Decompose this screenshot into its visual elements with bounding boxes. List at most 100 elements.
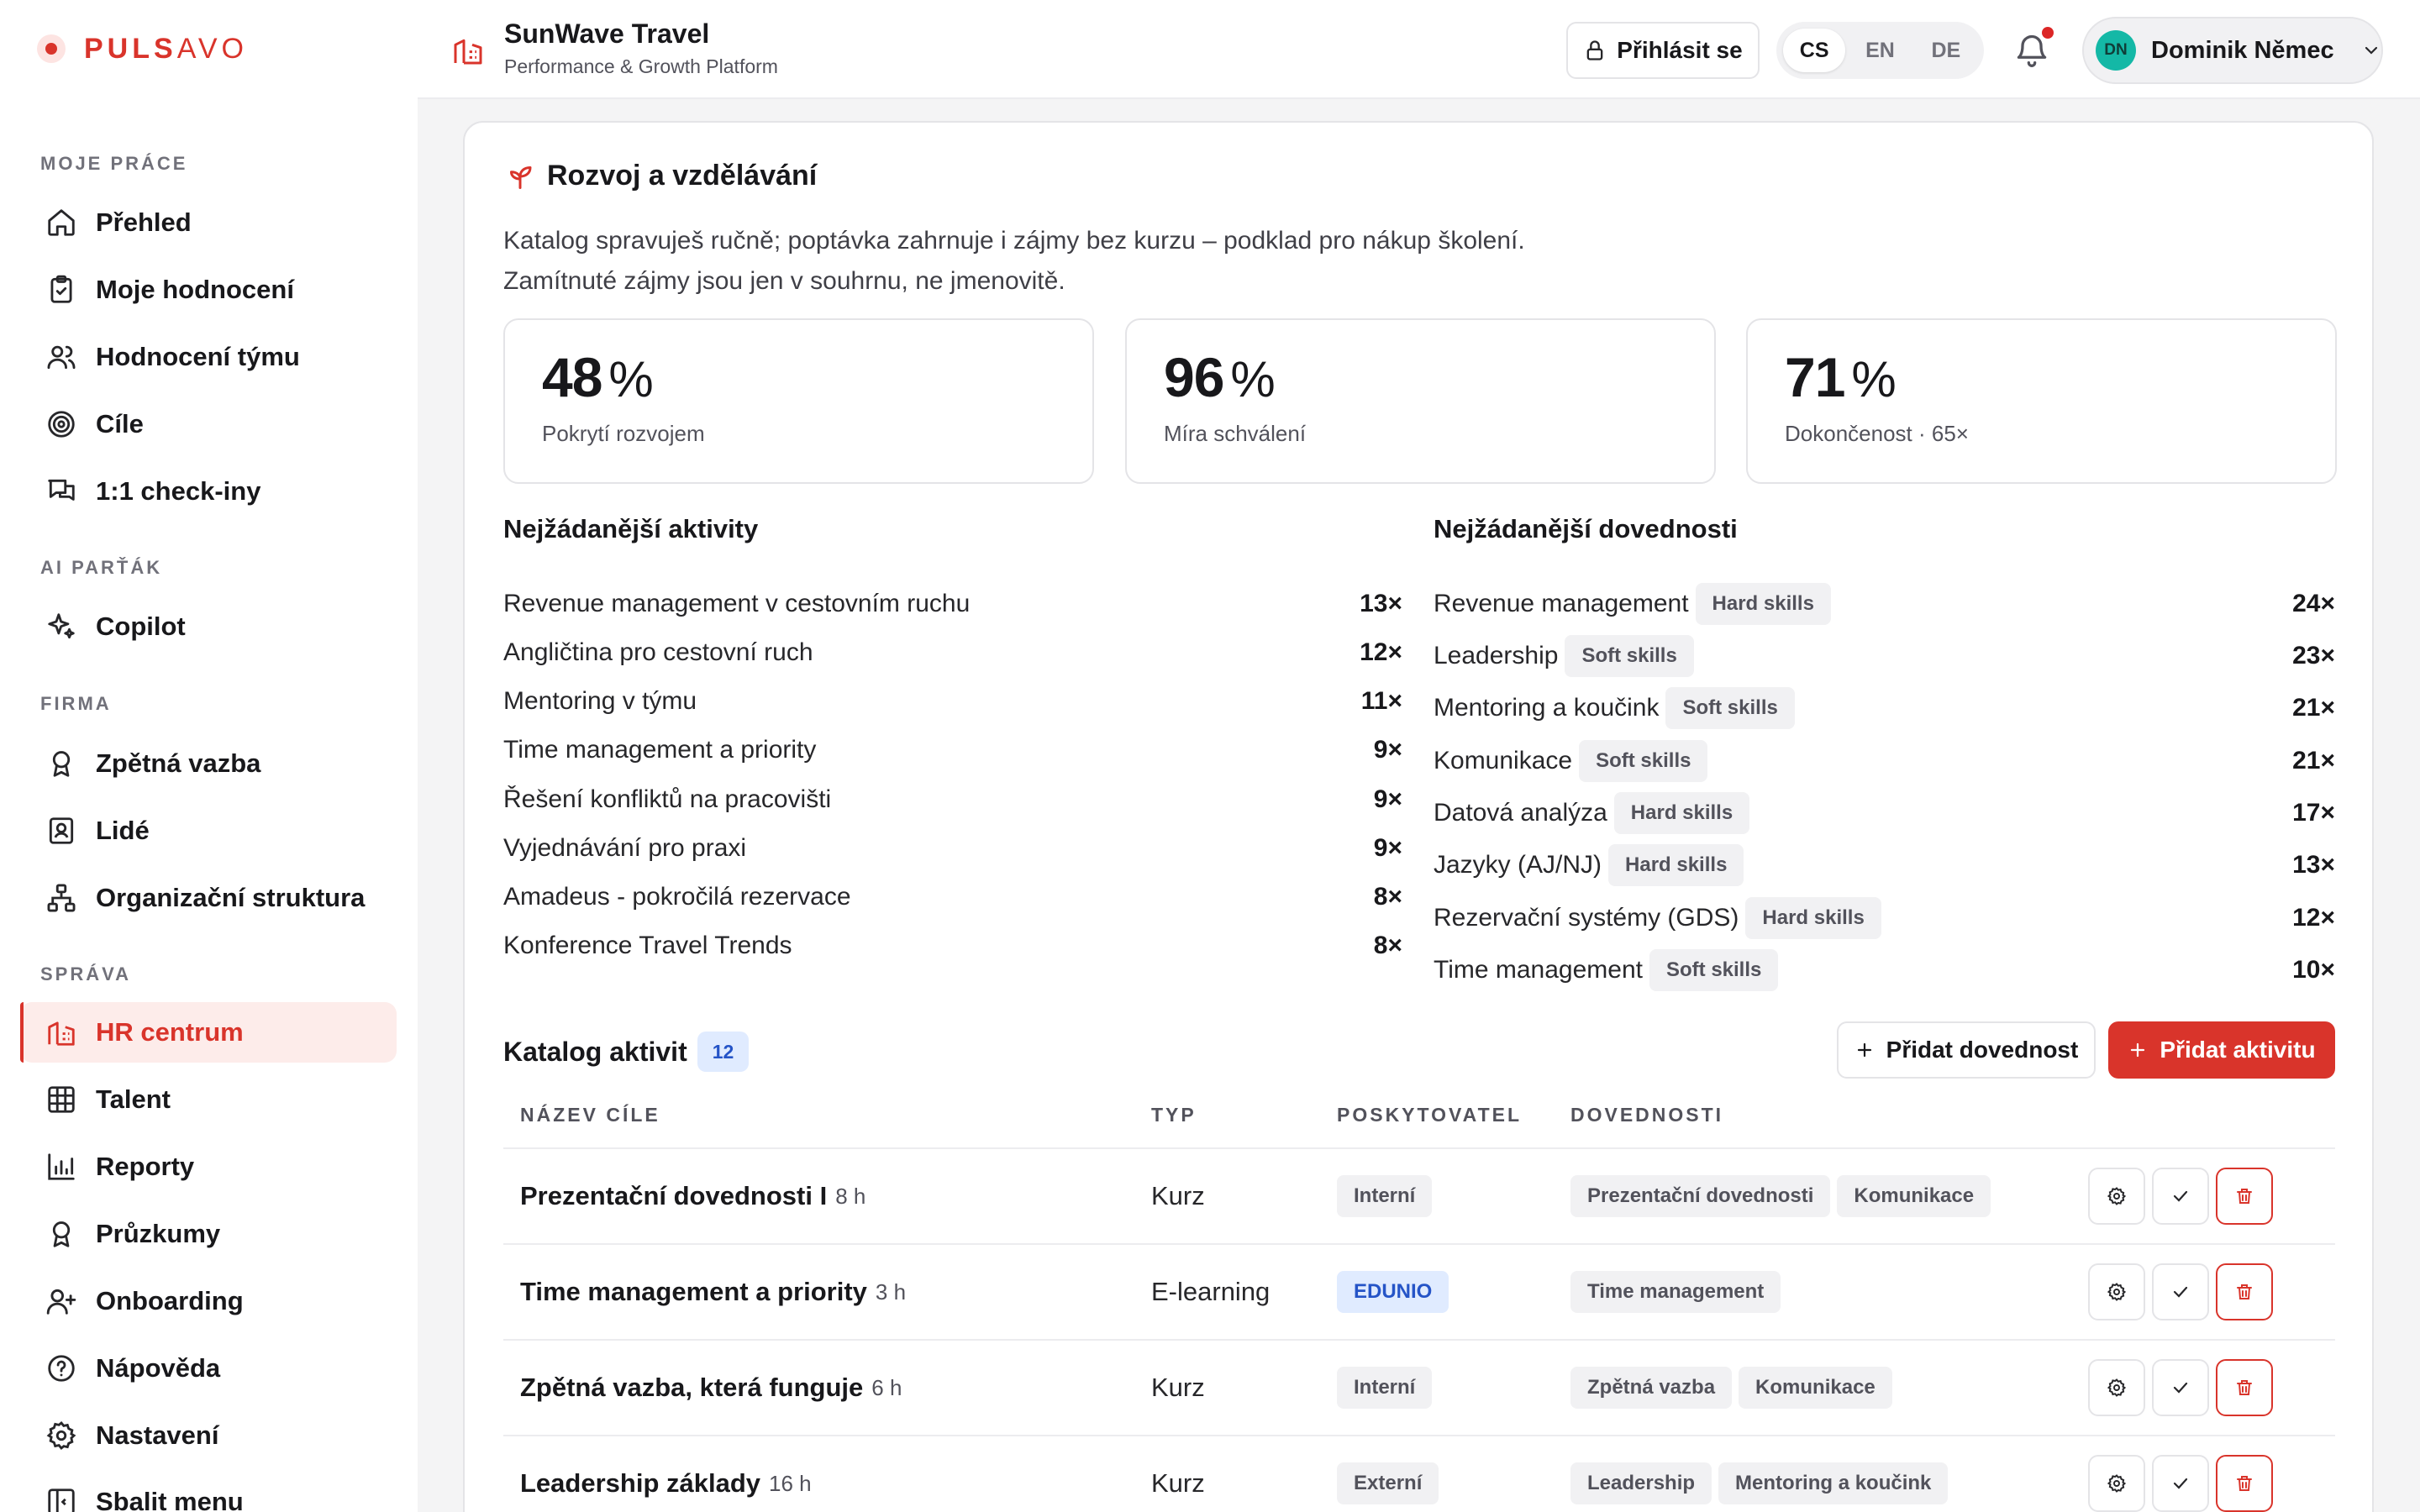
section-label-work: MOJE PRÁCE	[40, 153, 188, 174]
sidebar-item-overview[interactable]: Přehled	[20, 192, 397, 253]
add-skill-button[interactable]: Přidat dovednost	[1837, 1021, 2096, 1079]
sidebar-item-label: HR centrum	[96, 1017, 244, 1047]
add-activity-button[interactable]: Přidat aktivitu	[2108, 1021, 2335, 1079]
sidebar-item-help[interactable]: Nápověda	[20, 1338, 397, 1399]
sidebar-collapse-button[interactable]: Sbalit menu	[20, 1472, 397, 1512]
plus-icon	[2131, 1042, 2145, 1058]
list-item: Revenue management v cestovním ruchu 13×	[503, 590, 1402, 617]
sidebar-item-people[interactable]: Lidé	[20, 801, 397, 861]
column-header-provider[interactable]: POSKYTOVATEL	[1337, 1104, 1522, 1126]
skill-category-badge: Soft skills	[1579, 740, 1708, 782]
sidebar-item-hr-center[interactable]: HR centrum	[20, 1002, 397, 1063]
gear-icon	[2107, 1378, 2127, 1397]
sidebar-item-label: Lidé	[96, 816, 150, 845]
bar-chart-icon	[48, 1153, 75, 1180]
plus-icon	[1857, 1042, 1871, 1058]
lang-option-de[interactable]: DE	[1915, 29, 1977, 72]
table-row[interactable]: Zpětná vazba, která funguje 6 h Kurz Inte…	[503, 1341, 2335, 1436]
list-item: Řešení konfliktů na pracovišti 9×	[503, 785, 1402, 813]
skill-category-badge: Hard skills	[1608, 844, 1744, 886]
skill-category-badge: Soft skills	[1649, 949, 1779, 991]
approve-button[interactable]	[2152, 1168, 2209, 1225]
grid-icon	[48, 1086, 75, 1113]
column-header-type[interactable]: TYP	[1151, 1104, 1197, 1126]
sidebar-item-feedback[interactable]: Zpětná vazba	[20, 733, 397, 794]
section-label-ai: AI PARŤÁK	[40, 557, 163, 578]
award-icon	[52, 751, 71, 777]
description-line-1: Katalog spravuješ ručně; poptávka zahrnu…	[503, 227, 1525, 255]
gear-icon	[46, 1420, 76, 1451]
logo[interactable]: PULSAVO	[37, 32, 248, 66]
settings-button[interactable]	[2088, 1455, 2145, 1512]
sidebar-item-reports[interactable]: Reporty	[20, 1137, 397, 1197]
activity-provider: Interní	[1337, 1341, 1433, 1435]
trash-icon	[2237, 1380, 2252, 1395]
sidebar-item-copilot[interactable]: Copilot	[20, 596, 397, 657]
activity-type: Kurz	[1151, 1181, 1205, 1210]
row-actions	[2088, 1263, 2273, 1320]
activity-provider: Externí	[1337, 1436, 1439, 1512]
sidebar-item-goals[interactable]: Cíle	[20, 394, 397, 454]
sidebar-item-surveys[interactable]: Průzkumy	[20, 1204, 397, 1264]
sidebar-item-label: Nápověda	[96, 1353, 221, 1383]
section-label-admin: SPRÁVA	[40, 963, 132, 984]
sidebar-item-onboarding[interactable]: Onboarding	[20, 1271, 397, 1331]
lang-option-cs[interactable]: CS	[1783, 29, 1846, 72]
settings-button[interactable]	[2088, 1168, 2145, 1225]
settings-button[interactable]	[2088, 1359, 2145, 1416]
skill-category-badge: Hard skills	[1695, 583, 1831, 625]
delete-button[interactable]	[2216, 1455, 2273, 1512]
user-menu-button[interactable]: DN Dominik Němec	[2082, 17, 2383, 84]
delete-button[interactable]	[2216, 1263, 2273, 1320]
sidebar-item-checkins[interactable]: 1:1 check-iny	[20, 461, 397, 522]
stat-value: 48%	[542, 346, 654, 408]
delete-button[interactable]	[2216, 1168, 2273, 1225]
org-chart-icon	[47, 884, 76, 912]
sidebar-item-label: Nastavení	[96, 1420, 219, 1450]
column-header-skills[interactable]: DOVEDNOSTI	[1570, 1104, 1723, 1126]
activity-name: Prezentační dovednosti I8 h	[520, 1181, 866, 1210]
card-title: Rozvoj a vzdělávání	[505, 160, 817, 192]
login-button[interactable]: Přihlásit se	[1566, 22, 1760, 79]
lang-option-en[interactable]: EN	[1849, 29, 1911, 72]
list-item: Mentoring a koučink Soft skills 21×	[1434, 686, 2335, 730]
activity-name: Zpětná vazba, která funguje 6 h	[520, 1373, 902, 1402]
activity-provider: EDUNIO	[1337, 1245, 1449, 1339]
approve-button[interactable]	[2152, 1359, 2209, 1416]
sidebar-item-team-reviews[interactable]: Hodnocení týmu	[20, 327, 397, 387]
list-item: Amadeus - pokročilá rezervace 8×	[503, 883, 1402, 911]
user-plus-icon	[46, 1289, 76, 1315]
approve-button[interactable]	[2152, 1263, 2209, 1320]
gear-icon	[2107, 1474, 2127, 1493]
settings-button[interactable]	[2088, 1263, 2145, 1320]
sidebar-item-org-structure[interactable]: Organizační struktura	[20, 868, 397, 928]
trash-icon	[2237, 1189, 2252, 1204]
stat-coverage: 48% Pokrytí rozvojem	[503, 318, 1094, 484]
approve-button[interactable]	[2152, 1455, 2209, 1512]
sidebar-item-label: Průzkumy	[96, 1219, 221, 1248]
table-row[interactable]: Leadership základy 16 h Kurz Externí Lead…	[503, 1436, 2335, 1512]
sidebar-item-label: Moje hodnocení	[96, 275, 294, 304]
delete-button[interactable]	[2216, 1359, 2273, 1416]
sparkles-icon	[48, 613, 75, 639]
column-header-name[interactable]: NÁZEV CÍLE	[520, 1104, 660, 1126]
target-icon	[48, 411, 75, 438]
sidebar-item-settings[interactable]: Nastavení	[20, 1405, 397, 1466]
activity-provider: Interní	[1337, 1149, 1433, 1243]
sidebar-item-label: Copilot	[96, 612, 186, 641]
award-icon	[52, 1221, 71, 1247]
table-row[interactable]: Prezentační dovednosti I8 h Kurz Interní…	[503, 1149, 2335, 1245]
sidebar-item-label: Reporty	[96, 1152, 195, 1181]
logo-mark-icon	[37, 34, 66, 63]
sidebar-item-label: Hodnocení týmu	[96, 342, 300, 371]
sidebar-item-my-reviews[interactable]: Moje hodnocení	[20, 260, 397, 320]
stat-completion: 71% Dokončenost · 65×	[1746, 318, 2337, 484]
sidebar-item-talent[interactable]: Talent	[20, 1069, 397, 1130]
activity-name: Time management a priority 3 h	[520, 1277, 907, 1306]
stat-value: 96%	[1164, 346, 1276, 408]
list-item: Time management Soft skills 10×	[1434, 948, 2335, 992]
avatar: DN	[2096, 30, 2136, 71]
table-row[interactable]: Time management a priority 3 h E-learning…	[503, 1245, 2335, 1341]
list-item: Konference Travel Trends 8×	[503, 932, 1402, 959]
section-label-company: FIRMA	[40, 693, 112, 714]
